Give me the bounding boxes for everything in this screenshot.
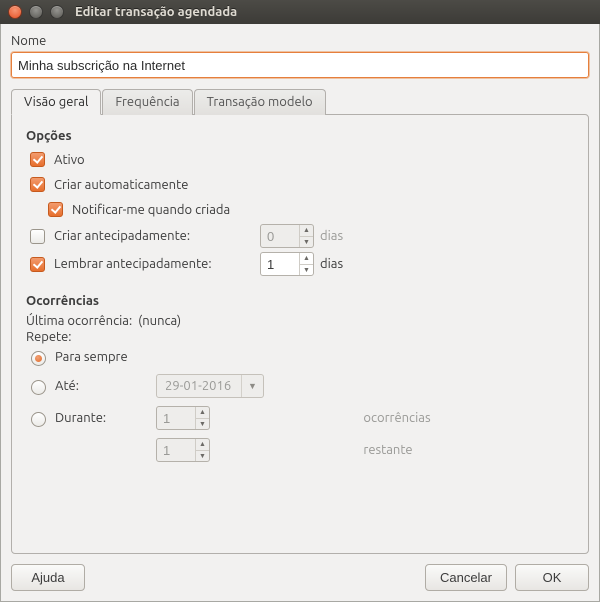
- ok-button[interactable]: OK: [515, 564, 589, 591]
- chevron-down-icon: ▼: [241, 375, 263, 397]
- heading-options: Opções: [26, 129, 574, 143]
- tab-panel-overview: Opções Ativo Criar automaticamente Notif…: [11, 114, 589, 554]
- spin-up-icon: ▲: [300, 225, 313, 236]
- minimize-icon[interactable]: [29, 5, 43, 19]
- label-until: Até:: [55, 379, 79, 393]
- radio-until[interactable]: [31, 380, 46, 395]
- label-notify-created: Notificar-me quando criada: [72, 203, 230, 217]
- window-title: Editar transação agendada: [75, 5, 237, 19]
- value-last-occurrence: (nunca): [138, 314, 181, 328]
- tab-template[interactable]: Transação modelo: [194, 89, 326, 115]
- spin-down-icon[interactable]: ▼: [300, 264, 313, 276]
- titlebar: Editar transação agendada: [0, 0, 600, 24]
- heading-occurrences: Ocorrências: [26, 294, 574, 308]
- label-during: Durante:: [55, 411, 106, 425]
- tab-row: Visão geral Frequência Transação modelo: [11, 88, 589, 114]
- date-until-value: 29-01-2016: [157, 375, 241, 397]
- window-content: Nome Visão geral Frequência Transação mo…: [0, 24, 600, 602]
- spin-remind-early[interactable]: ▲ ▼: [260, 252, 314, 276]
- spin-remind-early-input[interactable]: [261, 253, 299, 275]
- repeat-options: Para sempre Até: 29-01-2016 ▼: [26, 348, 574, 462]
- spin-create-early-input: [261, 225, 299, 247]
- unit-days-2: dias: [320, 257, 343, 271]
- cancel-button[interactable]: Cancelar: [425, 564, 507, 591]
- date-until: 29-01-2016 ▼: [156, 374, 264, 398]
- label-active: Ativo: [54, 153, 85, 167]
- spin-remaining-input: [157, 439, 195, 461]
- checkbox-remind-early[interactable]: [30, 257, 45, 272]
- maximize-icon[interactable]: [50, 5, 64, 19]
- spin-down-icon: ▼: [300, 236, 313, 248]
- dialog-footer: Ajuda Cancelar OK: [11, 564, 589, 591]
- unit-occurrences: ocorrências: [363, 411, 574, 425]
- spin-during-input: [157, 407, 195, 429]
- checkbox-create-early[interactable]: [30, 229, 45, 244]
- label-forever: Para sempre: [55, 350, 128, 364]
- label-last-occurrence: Última ocorrência:: [26, 314, 132, 328]
- tab-container: Visão geral Frequência Transação modelo …: [11, 88, 589, 554]
- section-options: Opções Ativo Criar automaticamente Notif…: [26, 129, 574, 276]
- checkbox-active[interactable]: [30, 152, 45, 167]
- unit-days-1: dias: [320, 229, 343, 243]
- label-repeat: Repete:: [26, 330, 72, 344]
- spin-up-icon[interactable]: ▲: [300, 253, 313, 264]
- label-remind-early: Lembrar antecipadamente:: [54, 257, 254, 271]
- spin-down-icon: ▼: [196, 450, 209, 462]
- tab-frequency[interactable]: Frequência: [102, 89, 192, 115]
- tab-overview[interactable]: Visão geral: [11, 89, 101, 115]
- unit-remaining: restante: [363, 443, 574, 457]
- spin-down-icon: ▼: [196, 418, 209, 430]
- spin-create-early: ▲ ▼: [260, 224, 314, 248]
- radio-forever[interactable]: [31, 351, 46, 366]
- section-occurrences: Ocorrências Última ocorrência: (nunca) Re…: [26, 294, 574, 462]
- spin-up-icon: ▲: [196, 407, 209, 418]
- checkbox-notify-created[interactable]: [48, 202, 63, 217]
- spin-up-icon: ▲: [196, 439, 209, 450]
- radio-during[interactable]: [31, 412, 46, 427]
- spin-remaining: ▲ ▼: [156, 438, 210, 462]
- label-create-early: Criar antecipadamente:: [54, 229, 254, 243]
- help-button[interactable]: Ajuda: [11, 564, 85, 591]
- spin-during: ▲ ▼: [156, 406, 210, 430]
- name-input[interactable]: [11, 52, 589, 78]
- label-auto-create: Criar automaticamente: [54, 178, 188, 192]
- checkbox-auto-create[interactable]: [30, 177, 45, 192]
- name-label: Nome: [11, 34, 589, 48]
- close-icon[interactable]: [8, 5, 22, 19]
